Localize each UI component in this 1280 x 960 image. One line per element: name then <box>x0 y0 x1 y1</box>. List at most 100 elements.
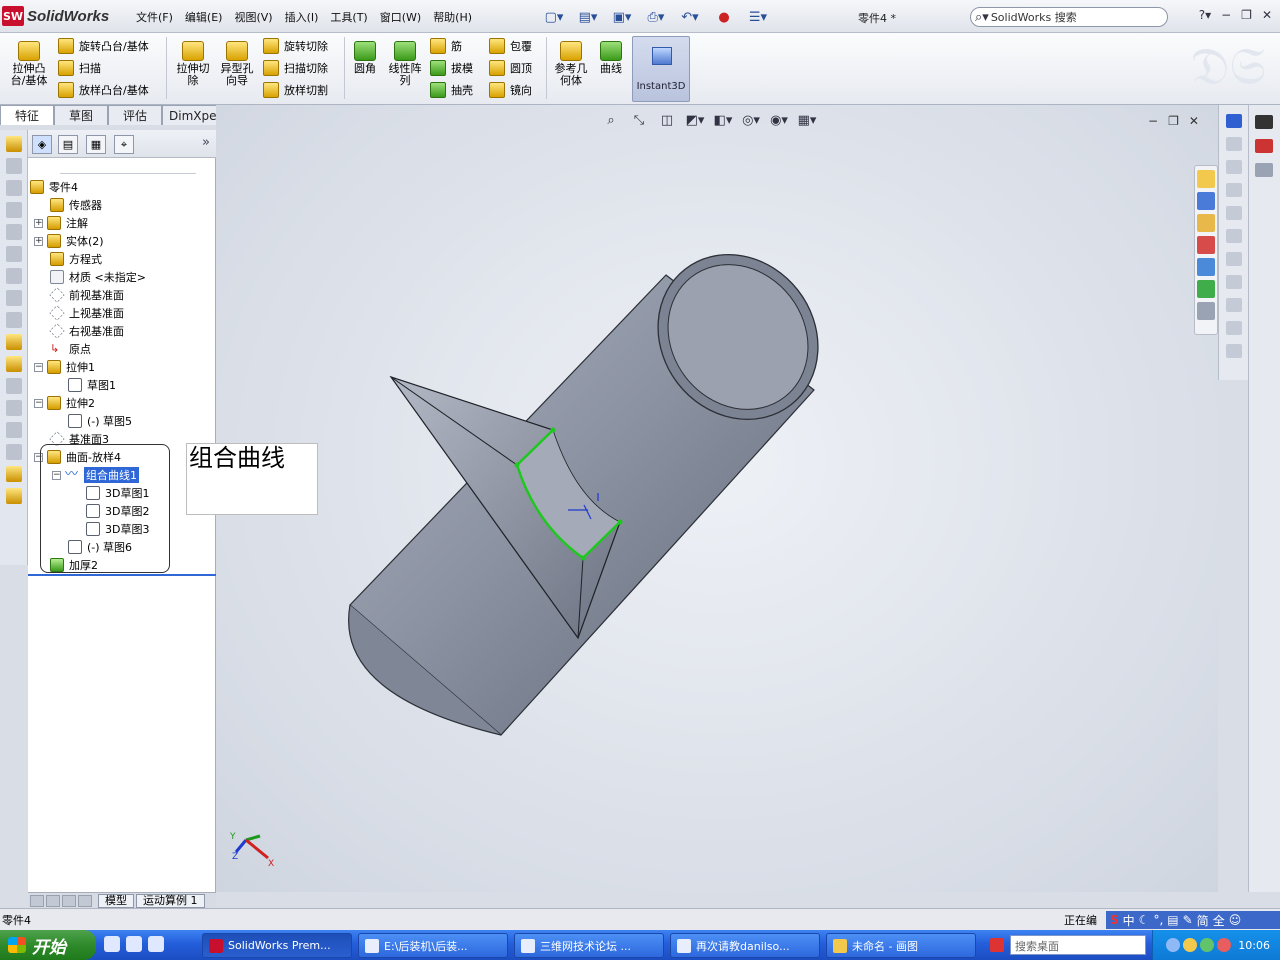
menu-insert[interactable]: 插入(I) <box>285 9 319 25</box>
horizontal-dimension-icon[interactable] <box>1226 137 1242 151</box>
tree-item[interactable]: ↳ 原点 <box>50 340 91 358</box>
tool-icon[interactable] <box>1226 344 1242 358</box>
skin-icon[interactable]: ☺ <box>1229 913 1242 927</box>
tree-item[interactable]: 前视基准面 <box>49 286 124 304</box>
expand-more-icon[interactable]: » <box>202 135 210 150</box>
ie-icon[interactable] <box>148 936 164 952</box>
tree-item[interactable]: − 拉伸1 <box>34 358 95 376</box>
doc-close-icon[interactable]: ✕ <box>1189 114 1199 128</box>
reference-geometry-button[interactable]: 参考几 何体 <box>550 41 592 87</box>
tree-item[interactable]: 方程式 <box>50 250 102 268</box>
ime-mode[interactable]: 中 <box>1123 912 1135 929</box>
smart-dimension-icon[interactable] <box>1226 114 1242 128</box>
solidworks-logo[interactable]: SW SolidWorks <box>2 5 109 27</box>
taskbar-paint[interactable]: 未命名 - 画图 <box>826 933 976 958</box>
undo-icon[interactable]: ↶▾ <box>676 6 704 28</box>
toolbar-tool-icon[interactable] <box>6 444 22 460</box>
taskbar-browser-2[interactable]: 再次请教danilso... <box>670 933 820 958</box>
punct-icon[interactable]: °, <box>1153 913 1163 927</box>
toolbar-tool-icon[interactable] <box>6 422 22 438</box>
curves-button[interactable]: 曲线 <box>590 41 632 75</box>
toolbar-tool-icon[interactable] <box>6 202 22 218</box>
previous-view-icon[interactable]: ◫ <box>656 112 678 128</box>
explorer-icon[interactable] <box>104 936 120 952</box>
tree-item[interactable]: 上视基准面 <box>49 304 124 322</box>
chamfer-dimension-icon[interactable] <box>1226 229 1242 243</box>
menu-file[interactable]: 文件(F) <box>136 9 173 25</box>
taskbar-browser[interactable]: 三维网技术论坛 ... <box>514 933 664 958</box>
hide-show-icon[interactable]: ◉▾ <box>768 112 790 128</box>
toolbar-tool-icon[interactable] <box>6 400 22 416</box>
tool-icon[interactable] <box>1226 321 1242 335</box>
nav-next-icon[interactable] <box>62 894 76 907</box>
tree-item[interactable]: + 实体(2) <box>34 232 104 250</box>
toolbar-tool-icon[interactable] <box>6 356 22 372</box>
linear-pattern-button[interactable]: 线性阵 列 <box>384 41 426 87</box>
collapse-icon[interactable]: − <box>34 398 43 408</box>
nav-prev-icon[interactable] <box>46 894 60 907</box>
tab-model[interactable]: 模型 <box>98 893 134 908</box>
menu-edit[interactable]: 编辑(E) <box>185 9 223 25</box>
draft-button[interactable]: 拔模 <box>430 58 473 78</box>
menu-help[interactable]: 帮助(H) <box>433 9 472 25</box>
tool-icon[interactable] <box>1226 275 1242 289</box>
view-orientation-icon[interactable]: ◧▾ <box>712 112 734 128</box>
menu-tools[interactable]: 工具(T) <box>330 9 367 25</box>
wrap-button[interactable]: 包覆 <box>489 36 532 56</box>
zoom-to-area-icon[interactable]: ⤡ <box>628 112 650 128</box>
sogou-icon[interactable]: S <box>1110 913 1119 927</box>
moon-icon[interactable]: ☾ <box>1139 913 1150 927</box>
swept-cut-button[interactable]: 扫描切除 <box>263 58 328 78</box>
extrude-boss-button[interactable]: 拉伸凸 台/基体 <box>8 41 50 87</box>
tree-item[interactable]: (-) 草图5 <box>68 412 132 430</box>
mirror-button[interactable]: 镜向 <box>489 80 532 100</box>
camera-icon[interactable] <box>1255 115 1273 129</box>
tray-icon[interactable] <box>1217 938 1232 952</box>
tree-item[interactable]: + 注解 <box>34 214 88 232</box>
toolbar-tool-icon[interactable] <box>6 136 22 152</box>
vertical-dimension-icon[interactable] <box>1226 160 1242 174</box>
tree-item[interactable]: 右视基准面 <box>49 322 124 340</box>
search-results-icon[interactable] <box>1197 236 1215 254</box>
property-manager-tab-icon[interactable]: ▤ <box>58 135 78 154</box>
solidworks-search[interactable]: ⌕▾ SolidWorks 搜索 <box>970 7 1168 27</box>
toolbar-tool-icon[interactable] <box>6 290 22 306</box>
ime-toolbar[interactable]: S 中 ☾ °, ▤ ✎ 简 全 ☺ <box>1106 911 1280 929</box>
taskbar-solidworks[interactable]: SolidWorks Prem... <box>202 933 352 958</box>
menu-view[interactable]: 视图(V) <box>234 9 272 25</box>
dimxpert-manager-tab-icon[interactable]: ⌖ <box>114 135 134 154</box>
loft-boss-button[interactable]: 放样凸台/基体 <box>58 80 149 100</box>
rebuild-icon[interactable]: ● <box>710 6 738 28</box>
tree-item[interactable]: − 拉伸2 <box>34 394 95 412</box>
toolbar-tool-icon[interactable] <box>6 466 22 482</box>
app-icon[interactable] <box>126 936 142 952</box>
toolbar-tool-icon[interactable] <box>6 334 22 350</box>
hole-wizard-button[interactable]: 异型孔 向导 <box>216 41 258 87</box>
save-icon[interactable]: ▣▾ <box>608 6 636 28</box>
revolve-cut-button[interactable]: 旋转切除 <box>263 36 328 56</box>
menu-window[interactable]: 窗口(W) <box>380 9 421 25</box>
rollback-bar[interactable] <box>28 574 216 576</box>
custom-properties-icon[interactable] <box>1197 302 1215 320</box>
print-icon[interactable]: ⎙▾ <box>642 6 670 28</box>
solidworks-resources-icon[interactable] <box>1197 170 1215 188</box>
section-view-icon[interactable]: ◩▾ <box>684 112 706 128</box>
toolbar-tool-icon[interactable] <box>6 312 22 328</box>
baseline-dimension-icon[interactable] <box>1226 183 1242 197</box>
toolbar-tool-icon[interactable] <box>6 488 22 504</box>
rib-button[interactable]: 筋 <box>430 36 462 56</box>
tray-icon[interactable] <box>1200 938 1215 952</box>
tree-item[interactable]: 材质 <未指定> <box>50 268 146 286</box>
3d-model-view[interactable] <box>216 105 1218 892</box>
new-document-icon[interactable]: ▢▾ <box>540 6 568 28</box>
fillet-button[interactable]: 圆角 <box>344 41 386 75</box>
tab-evaluate[interactable]: 评估 <box>108 105 163 125</box>
minimize-icon[interactable]: − <box>1221 8 1231 22</box>
options-icon[interactable]: ☰▾ <box>744 6 772 28</box>
doc-restore-icon[interactable]: ❐ <box>1168 114 1179 128</box>
zoom-to-fit-icon[interactable]: ⌕ <box>600 112 622 128</box>
toolbar-tool-icon[interactable] <box>6 378 22 394</box>
open-folder-icon[interactable]: ▤▾ <box>574 6 602 28</box>
tree-item[interactable]: 传感器 <box>50 196 102 214</box>
sweep-button[interactable]: 扫描 <box>58 58 101 78</box>
